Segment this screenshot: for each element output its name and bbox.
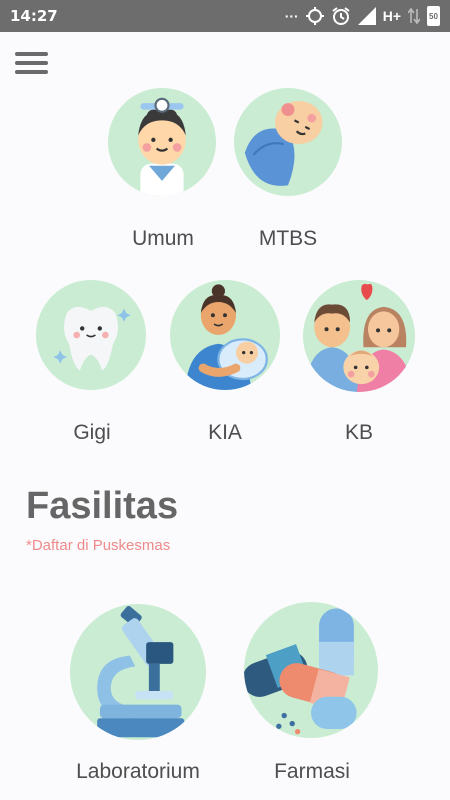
service-umum-icon[interactable] xyxy=(108,88,216,196)
battery-icon: 50 xyxy=(427,6,440,26)
section-subtitle: *Daftar di Puskesmas xyxy=(26,537,171,554)
more-notifications-icon: ··· xyxy=(284,8,299,24)
section-title-fasilitas: Fasilitas xyxy=(26,485,179,527)
service-kb-icon[interactable] xyxy=(303,280,415,392)
service-mtbs-label[interactable]: MTBS xyxy=(218,227,358,251)
network-type: H+ xyxy=(382,8,401,24)
facility-farmasi-icon[interactable] xyxy=(244,602,378,738)
location-icon xyxy=(305,7,324,25)
data-transfer-icon xyxy=(408,7,420,25)
service-kb-label[interactable]: KB xyxy=(289,421,429,445)
battery-level: 50 xyxy=(429,12,438,21)
status-bar: 14:27 ··· H+ 50 xyxy=(0,0,450,32)
status-time: 14:27 xyxy=(10,7,58,25)
service-mtbs-icon[interactable] xyxy=(234,88,342,196)
alarm-icon xyxy=(332,7,350,25)
facility-laboratorium-icon[interactable] xyxy=(70,604,206,740)
facility-farmasi-label[interactable]: Farmasi xyxy=(242,760,382,784)
service-gigi-icon[interactable] xyxy=(36,280,146,390)
service-kia-icon[interactable] xyxy=(170,280,280,390)
status-icons: ··· H+ 50 xyxy=(285,4,440,28)
signal-icon xyxy=(357,7,376,25)
service-gigi-label[interactable]: Gigi xyxy=(22,421,162,445)
hamburger-menu-icon[interactable] xyxy=(15,52,48,76)
service-umum-label[interactable]: Umum xyxy=(93,227,233,251)
facility-laboratorium-label[interactable]: Laboratorium xyxy=(68,760,208,784)
service-kia-label[interactable]: KIA xyxy=(155,421,295,445)
